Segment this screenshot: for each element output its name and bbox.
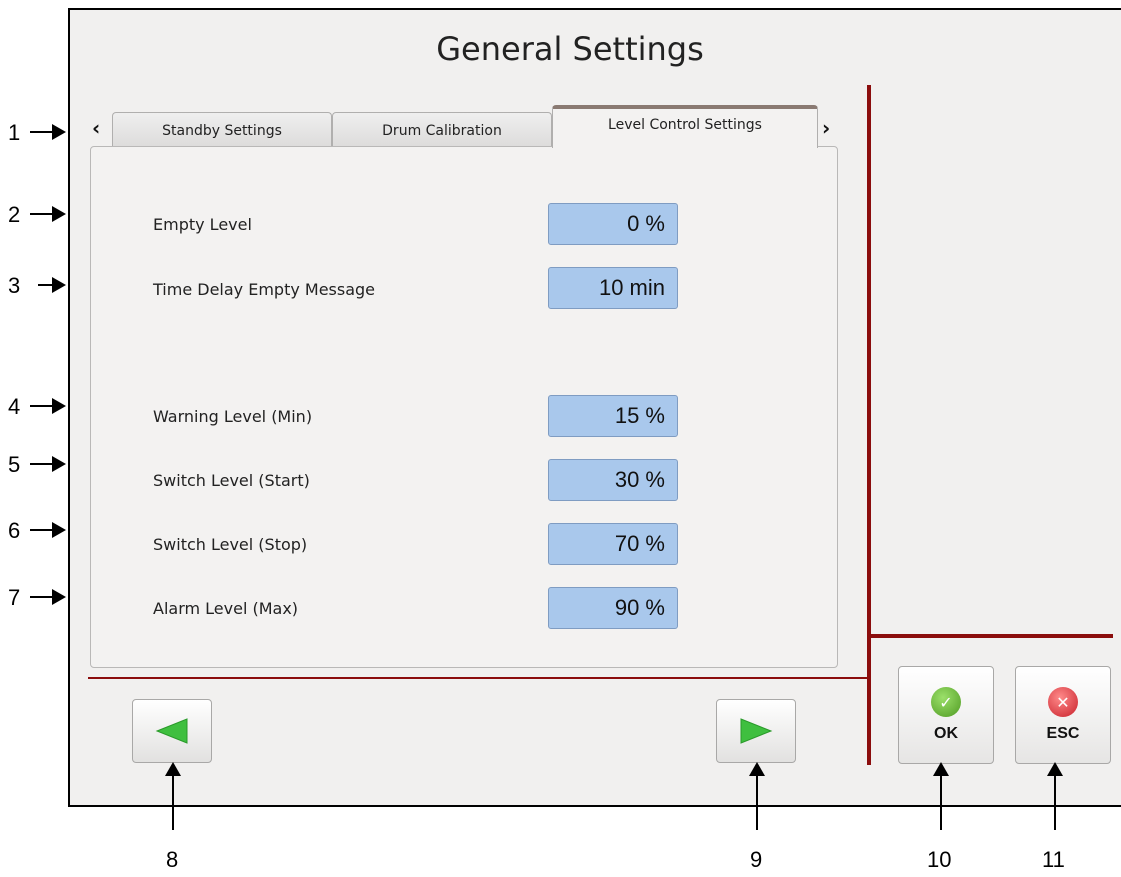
callout-4: 4 [8,394,21,419]
callout-arrow-3 [38,277,66,293]
setting-label-alarm-level: Alarm Level (Max) [153,599,299,618]
empty-level-field[interactable]: 0 % [548,203,678,245]
level-control-panel: Empty Level 0 % Time Delay Empty Message… [90,146,838,668]
callout-10: 10 [927,847,952,872]
switch-level-stop-field[interactable]: 70 % [548,523,678,565]
setting-label-time-delay: Time Delay Empty Message [153,280,376,299]
tab-label: Drum Calibration [382,122,502,139]
callout-arrow-2 [30,206,66,222]
callout-7: 7 [8,585,21,610]
esc-button[interactable]: ✕ ESC [1015,666,1111,764]
switch-level-start-field[interactable]: 30 % [548,459,678,501]
callout-arrow-8 [165,762,181,830]
callout-11: 11 [1042,847,1065,872]
callout-2: 2 [8,202,21,227]
callout-9: 9 [750,847,763,872]
next-button[interactable] [716,699,796,763]
nav-divider [88,677,867,679]
tab-standby-settings[interactable]: Standby Settings [112,112,332,148]
tab-scroll-left-icon[interactable]: ‹ [92,116,100,140]
callout-arrow-1 [30,124,66,140]
esc-label: ESC [1046,725,1080,742]
green-left-triangle-icon [155,718,188,744]
time-delay-empty-field[interactable]: 10 min [548,267,678,309]
callout-arrow-10 [933,762,949,830]
green-right-triangle-icon [740,718,773,744]
callout-5: 5 [8,452,21,477]
callout-1: 1 [8,120,21,145]
setting-label-warning-level: Warning Level (Min) [153,407,313,426]
vertical-divider [867,85,871,765]
tab-label: Standby Settings [162,122,282,139]
setting-label-switch-stop: Switch Level (Stop) [153,535,308,554]
callout-arrow-9 [749,762,765,830]
callout-arrow-7 [30,589,66,605]
callout-8: 8 [166,847,179,872]
callout-arrow-5 [30,456,66,472]
previous-button[interactable] [132,699,212,763]
actions-divider [871,634,1113,638]
callout-arrow-6 [30,522,66,538]
callout-6: 6 [8,518,21,543]
tab-scroll-right-icon[interactable]: › [822,116,830,140]
tab-drum-calibration[interactable]: Drum Calibration [332,112,552,148]
callout-3: 3 [8,273,21,298]
x-circle-icon: ✕ [1048,687,1078,717]
ok-button[interactable]: ✓ OK [898,666,994,764]
tab-level-control-settings[interactable]: Level Control Settings [552,105,818,148]
ok-label: OK [934,725,958,742]
callout-arrow-4 [30,398,66,414]
tab-label: Level Control Settings [608,117,762,133]
alarm-level-field[interactable]: 90 % [548,587,678,629]
warning-level-field[interactable]: 15 % [548,395,678,437]
settings-window: General Settings ‹ Standby Settings Drum… [68,8,1121,807]
callout-arrow-11 [1047,762,1063,830]
page-title: General Settings [436,30,704,68]
check-circle-icon: ✓ [931,687,961,717]
setting-label-empty-level: Empty Level [153,215,252,234]
setting-label-switch-start: Switch Level (Start) [153,471,310,490]
